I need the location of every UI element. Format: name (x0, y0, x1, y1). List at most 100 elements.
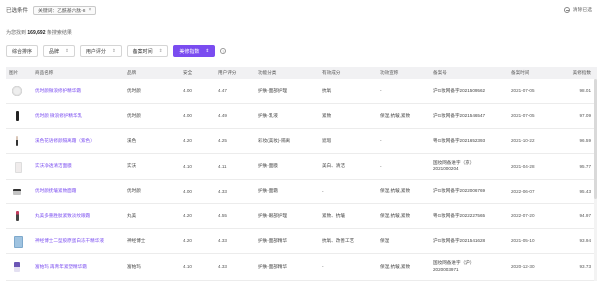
tab-sort-default[interactable]: 综合排序 (6, 45, 39, 57)
category-cell: 彩妆(美妆)-隔离 (258, 137, 291, 143)
safety-cell: 4.00 (183, 113, 192, 118)
registration-date-cell: 2022-06-07 (511, 188, 535, 194)
brand-cell: 优时颜 (127, 188, 141, 193)
ingredients-cell: 抗氧 (322, 87, 332, 93)
score-cell: 94.97 (579, 213, 592, 218)
rating-cell: 4.25 (218, 138, 227, 143)
scrollbar-thumb[interactable] (594, 79, 597, 199)
vertical-scrollbar[interactable] (594, 79, 597, 281)
column-header: 功能分类 (258, 70, 277, 75)
table-row[interactable]: 优时颜微浪修护精华霜 优时颜 4.00 4.47 护肤-面部护理 抗氧 - 沪G妆网备字202… (6, 79, 597, 103)
column-header: 图片 (9, 70, 19, 75)
category-cell: 护肤-面膜 (258, 163, 278, 168)
product-image-cell (6, 153, 32, 179)
claims-cell: 保湿,抗皱,紧致 (380, 188, 411, 193)
column-header: 功效宣称 (380, 70, 399, 75)
score-cell: 98.01 (579, 88, 592, 94)
tab-label: 用户评分 (85, 48, 106, 55)
help-icon[interactable]: ? (220, 48, 227, 54)
safety-cell: 4.20 (183, 238, 192, 243)
registration-date-cell: 2020-12-30 (511, 264, 535, 269)
ingredients-cell: - (322, 264, 324, 269)
score-cell: 95.43 (579, 188, 592, 194)
product-name-link[interactable]: 神经博士二型胶原蛋白冻干精华液 (32, 228, 124, 253)
product-thumbnail[interactable] (11, 185, 23, 197)
product-name-link[interactable]: 优时颜 微浪修护精华乳 (32, 103, 124, 128)
product-image-cell (6, 203, 32, 228)
table-header-row: 图片 商品名称 品牌 安全 用户评分 功能分类 有效成分 功效宣称 备案号 备案… (6, 67, 597, 79)
registration-date-cell: 2021-05-10 (511, 238, 535, 243)
category-cell: 护肤-面部精华 (258, 237, 288, 243)
safety-cell: 4.00 (183, 88, 192, 94)
product-thumbnail[interactable] (11, 84, 23, 97)
product-thumbnail[interactable] (11, 210, 23, 222)
category-cell: 护肤-面霜 (258, 188, 278, 193)
result-suffix: 条搜索结果 (46, 30, 72, 36)
tab-sort-score[interactable]: 美修指数 ⇕ (173, 45, 216, 57)
product-name-link[interactable]: 丸美多重胜肽紧致淡纹眼霜 (32, 203, 124, 228)
registration-date-cell: 2021-07-05 (511, 88, 535, 94)
product-name-link[interactable]: 优时颜抚皱紧致面霜 (32, 179, 124, 203)
tab-sort-registration-date[interactable]: 备案时间 ⇕ (126, 45, 169, 57)
category-cell: 护肤-眼部护理 (258, 212, 288, 218)
registration-cell: 沪G妆网备字2021509562 (433, 87, 486, 93)
product-thumbnail[interactable] (11, 235, 23, 248)
rating-cell: 4.33 (218, 264, 227, 269)
registration-cell: 沪G妆网备字2021546547 (433, 112, 486, 118)
ingredients-cell: 紧致 (322, 112, 332, 118)
score-cell: 96.59 (579, 138, 592, 143)
close-icon[interactable]: × (88, 7, 91, 13)
product-name-link[interactable]: 优时颜微浪修护精华霜 (32, 79, 124, 103)
score-cell: 93.94 (579, 238, 592, 243)
registration-cell: 国妆网备进字（沪） 2020003971 (430, 253, 508, 280)
ingredients-cell: 遮瑕 (322, 137, 332, 143)
clear-icon (563, 6, 570, 13)
ingredients-cell: 抗氧、改善工艺 (322, 237, 355, 243)
rating-cell: 4.49 (218, 113, 227, 118)
table-row[interactable]: 富帕玛 再青年紧塑精华霜 富帕玛 4.10 4.33 护肤-面部精华 - 保湿,抗皱,紧致 国… (6, 253, 597, 280)
column-header: 安全 (183, 70, 193, 75)
sort-arrow-icon: ⇕ (158, 48, 163, 53)
safety-cell: 4.10 (183, 163, 192, 169)
result-summary: 为您找到 169,692 条搜索结果 (6, 29, 72, 36)
registration-date-cell: 2022-07-20 (511, 213, 535, 218)
rating-cell: 4.33 (218, 188, 227, 194)
rating-cell: 4.11 (218, 163, 227, 169)
category-cell: 护肤-乳液 (258, 112, 278, 118)
product-thumbnail[interactable] (11, 135, 23, 147)
product-thumbnail[interactable] (11, 261, 23, 273)
product-image-cell (6, 103, 32, 128)
claims-cell: - (380, 163, 382, 169)
table-row[interactable]: 丸美多重胜肽紧致淡纹眼霜 丸美 4.20 4.55 护肤-眼部护理 紧致、抗皱 保湿,抗皱,… (6, 203, 597, 228)
claims-cell: 保湿 (380, 237, 390, 243)
registration-line: 2020003971 (433, 266, 459, 272)
brand-cell: 溪色 (127, 137, 137, 143)
registration-cell: 粤G妆网备字2021652393 (433, 137, 486, 143)
product-image-cell (6, 179, 32, 203)
tab-sort-rating[interactable]: 用户评分 ⇕ (79, 45, 122, 57)
safety-cell: 4.20 (183, 213, 192, 218)
product-image-cell (6, 79, 32, 103)
claims-cell: 保湿,抗皱,紧致 (380, 212, 411, 218)
product-name-link[interactable]: 实沃净透清洁面膜 (32, 153, 124, 179)
result-count: 169,692 (27, 30, 46, 36)
clear-filters-button[interactable]: 清除已选 (563, 6, 592, 13)
table-row[interactable]: 优时颜 微浪修护精华乳 优时颜 4.00 4.49 护肤-乳液 紧致 保湿,抗皱,紧致 沪G妆… (6, 103, 597, 128)
column-header: 备案时间 (511, 70, 530, 75)
product-thumbnail[interactable] (11, 109, 23, 122)
sort-tabs: 综合排序 品牌 ⇕ 用户评分 ⇕ 备案时间 ⇕ 美修指数 ⇕ ? (6, 45, 227, 57)
registration-date-cell: 2021-04-28 (511, 163, 535, 169)
product-name-link[interactable]: 溪色花语修颜隔离霜（紫色） (32, 128, 124, 153)
tab-sort-brand[interactable]: 品牌 ⇕ (43, 45, 75, 57)
table-row[interactable]: 神经博士二型胶原蛋白冻干精华液 神经博士 4.20 4.33 护肤-面部精华 抗氧、改善工… (6, 228, 597, 253)
score-cell: 97.09 (579, 113, 592, 118)
product-thumbnail[interactable] (11, 160, 23, 173)
column-header: 商品名称 (35, 70, 54, 75)
table-row[interactable]: 溪色花语修颜隔离霜（紫色） 溪色 4.20 4.25 彩妆(美妆)-隔离 遮瑕 - 粤G妆网备… (6, 128, 597, 153)
table-row[interactable]: 实沃净透清洁面膜 实沃 4.10 4.11 护肤-面膜 美白、清洁 - 国妆网备进字（京） 20… (6, 153, 597, 179)
brand-cell: 优时颜 (127, 112, 141, 118)
table-row[interactable]: 优时颜抚皱紧致面霜 优时颜 4.00 4.33 护肤-面霜 - 保湿,抗皱,紧致 沪G妆网备字… (6, 179, 597, 203)
product-name-link[interactable]: 富帕玛 再青年紧塑精华霜 (32, 253, 124, 280)
ingredients-cell: 紧致、抗皱 (322, 212, 345, 218)
keyword-filter-chip[interactable]: 关键词：乙酰基六肽-8 × (33, 5, 97, 15)
